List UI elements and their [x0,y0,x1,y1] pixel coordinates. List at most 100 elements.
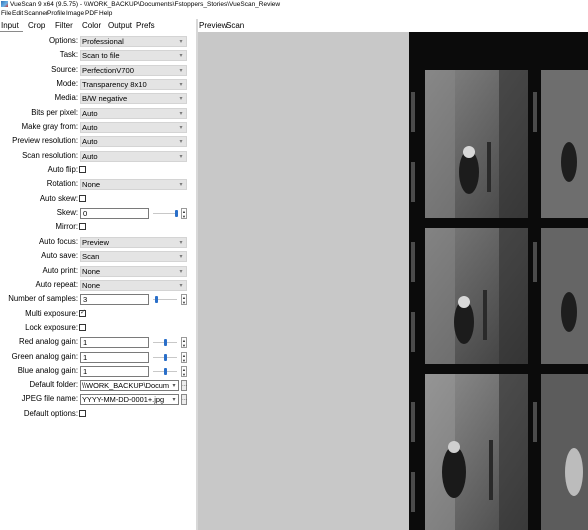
red-analog-gain-slider-thumb[interactable] [164,339,167,346]
menu-help[interactable]: Help [99,10,112,18]
scan-resolution-dropdown[interactable]: Auto ▾ [80,151,187,162]
bits-per-pixel-row: Bits per pixel: Auto ▾ [0,106,196,120]
default-options-checkbox[interactable] [79,410,86,417]
menu-bar: File Edit Scanner Profile Image PDF Help [0,10,588,19]
spin-down-icon[interactable]: ▼ [182,343,186,348]
number-of-samples-slider-thumb[interactable] [155,296,158,303]
auto-focus-dropdown[interactable]: Preview ▾ [80,237,187,248]
tab-scan[interactable]: Scan [226,19,244,32]
number-of-samples-input[interactable]: 3 [80,294,149,305]
preview-resolution-value: Auto [82,137,98,146]
multi-exposure-checkbox[interactable]: ✓ [79,309,86,317]
tab-prefs[interactable]: Prefs [136,19,155,32]
menu-pdf[interactable]: PDF [85,10,98,18]
number-of-samples-spinner[interactable]: ▲ ▼ [181,294,187,305]
auto-print-dropdown[interactable]: None ▾ [80,266,187,277]
spin-down-icon[interactable]: ▼ [182,358,186,363]
red-analog-gain-input[interactable]: 1 [80,337,149,348]
number-of-samples-value: 3 [83,295,88,304]
task-row: Task: Scan to file ▾ [0,48,196,62]
menu-edit[interactable]: Edit [12,10,23,18]
browse-file-button[interactable]: … [181,394,187,405]
task-value: Scan to file [82,51,120,60]
rotation-dropdown[interactable]: None ▾ [80,179,187,190]
bits-per-pixel-label: Bits per pixel: [31,108,78,117]
spin-down-icon[interactable]: ▼ [182,214,186,219]
options-value: Professional [82,37,124,46]
skew-row: Skew: 0 ▲ ▼ [0,206,196,220]
lock-exposure-checkbox[interactable] [79,324,86,331]
tab-filter[interactable]: Filter [55,19,73,32]
menu-profile[interactable]: Profile [47,10,65,18]
blue-analog-gain-input[interactable]: 1 [80,366,149,377]
media-value: B/W negative [82,94,128,103]
auto-skew-checkbox[interactable] [79,195,86,202]
green-analog-gain-input[interactable]: 1 [80,352,149,363]
preview-resolution-label: Preview resolution: [12,136,78,145]
task-dropdown[interactable]: Scan to file ▾ [80,50,187,61]
check-icon: ✓ [80,309,86,316]
blue-analog-gain-spinner[interactable]: ▲ ▼ [181,366,187,377]
menu-file[interactable]: File [1,10,11,18]
media-dropdown[interactable]: B/W negative ▾ [80,93,187,104]
blue-analog-gain-value: 1 [83,367,88,376]
skew-slider-track[interactable] [153,213,177,214]
multi-exposure-label: Multi exposure: [25,309,78,318]
blue-analog-gain-label: Blue analog gain: [17,366,78,375]
source-label: Source: [51,65,78,74]
preview-canvas[interactable] [198,32,588,530]
tab-output[interactable]: Output [108,19,132,32]
bits-per-pixel-dropdown[interactable]: Auto ▾ [80,108,187,119]
lock-exposure-label: Lock exposure: [25,323,78,332]
tab-preview[interactable]: Preview [199,19,227,32]
browse-folder-button[interactable]: … [181,380,187,391]
scan-resolution-label: Scan resolution: [22,151,78,160]
jpeg-file-name-dropdown[interactable]: YYYY-MM-DD-0001+.jpg ▾ [80,394,179,405]
tab-crop[interactable]: Crop [28,19,45,32]
chevron-down-icon: ▾ [179,111,183,117]
window-title: VueScan 9 x64 (9.5.75) - \\WORK_BACKUP\D… [10,1,281,8]
options-dropdown[interactable]: Professional ▾ [80,36,187,47]
blue-analog-gain-slider-thumb[interactable] [164,368,167,375]
skew-slider-thumb[interactable] [175,210,178,217]
jpeg-file-name-row: JPEG file name: YYYY-MM-DD-0001+.jpg ▾ … [0,392,196,406]
auto-flip-checkbox[interactable] [79,166,86,173]
settings-pane: Input Crop Filter Color Output Prefs Opt… [0,19,196,530]
auto-save-row: Auto save: Scan ▾ [0,249,196,263]
jpeg-file-name-label: JPEG file name: [21,394,78,403]
bits-per-pixel-value: Auto [82,109,98,118]
chevron-down-icon: ▾ [172,397,176,403]
spin-down-icon[interactable]: ▼ [182,300,186,305]
source-dropdown[interactable]: PerfectionV700 ▾ [80,65,187,76]
auto-repeat-value: None [82,281,101,290]
tab-input[interactable]: Input [0,19,23,32]
film-strip-graphic [409,32,588,530]
make-gray-from-dropdown[interactable]: Auto ▾ [80,122,187,133]
spin-down-icon[interactable]: ▼ [182,372,186,377]
preview-resolution-dropdown[interactable]: Auto ▾ [80,136,187,147]
options-label: Options: [48,36,78,45]
chevron-down-icon: ▾ [179,139,183,145]
auto-skew-label: Auto skew: [39,194,78,203]
chevron-down-icon: ▾ [179,68,183,74]
auto-save-dropdown[interactable]: Scan ▾ [80,251,187,262]
jpeg-file-name-value: YYYY-MM-DD-0001+.jpg [82,395,165,404]
red-analog-gain-spinner[interactable]: ▲ ▼ [181,337,187,348]
green-analog-gain-slider-thumb[interactable] [164,354,167,361]
auto-repeat-dropdown[interactable]: None ▾ [80,280,187,291]
skew-spinner[interactable]: ▲ ▼ [181,208,187,219]
menu-image[interactable]: Image [66,10,84,18]
chevron-down-icon: ▾ [179,240,183,246]
chevron-down-icon: ▾ [179,96,183,102]
green-analog-gain-spinner[interactable]: ▲ ▼ [181,352,187,363]
menu-scanner[interactable]: Scanner [24,10,48,18]
preview-tabs: Preview Scan [198,19,588,32]
mode-dropdown[interactable]: Transparency 8x10 ▾ [80,79,187,90]
default-folder-label: Default folder: [29,380,78,389]
skew-input[interactable]: 0 [80,208,149,219]
default-folder-dropdown[interactable]: \\WORK_BACKUP\Documents ▾ [80,380,179,391]
mirror-checkbox[interactable] [79,223,86,230]
chevron-down-icon: ▾ [179,125,183,131]
number-of-samples-label: Number of samples: [8,294,78,303]
tab-color[interactable]: Color [82,19,101,32]
